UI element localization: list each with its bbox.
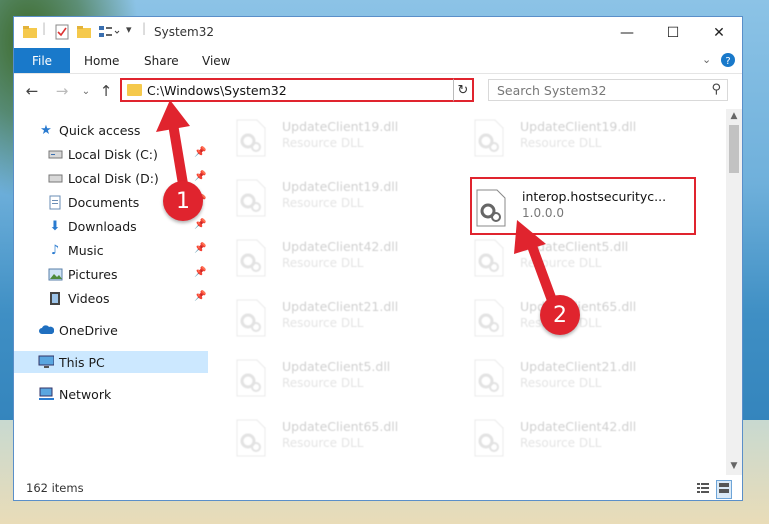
annotation-arrows	[156, 100, 558, 308]
arrow-step-1	[156, 100, 190, 195]
step-1-badge: 1	[163, 181, 203, 221]
step-2-badge: 2	[540, 295, 580, 335]
arrow-step-2	[514, 220, 558, 308]
